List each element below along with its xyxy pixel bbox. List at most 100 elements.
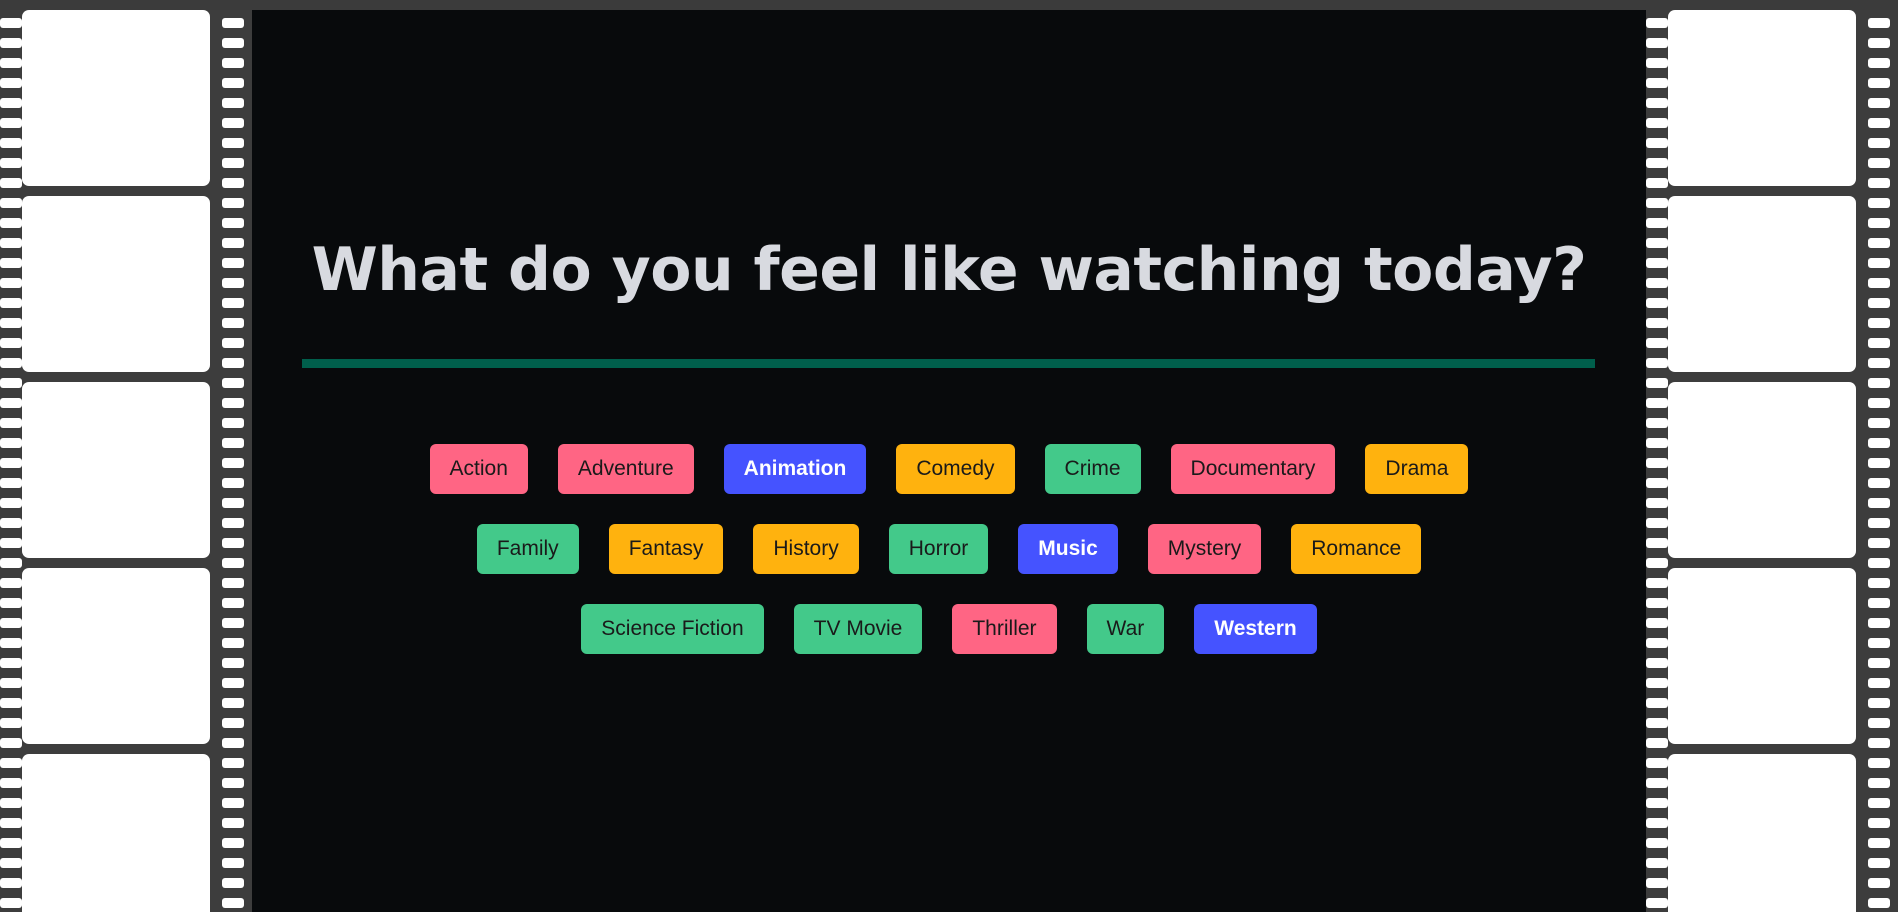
film-perforation bbox=[222, 758, 244, 768]
genre-button-documentary[interactable]: Documentary bbox=[1170, 444, 1336, 494]
film-perforation bbox=[0, 798, 22, 808]
genre-button-family[interactable]: Family bbox=[476, 524, 579, 574]
genre-button-tv-movie[interactable]: TV Movie bbox=[793, 604, 923, 654]
film-perforation bbox=[0, 58, 22, 68]
genre-button-war[interactable]: War bbox=[1086, 604, 1165, 654]
film-perforation bbox=[0, 358, 22, 368]
film-perforation bbox=[1868, 498, 1890, 508]
genre-button-music[interactable]: Music bbox=[1018, 524, 1118, 574]
film-perforation bbox=[1646, 158, 1668, 168]
film-perforation bbox=[222, 538, 244, 548]
film-perforation bbox=[1646, 538, 1668, 548]
film-perforation bbox=[0, 538, 22, 548]
genre-button-fantasy[interactable]: Fantasy bbox=[608, 524, 724, 574]
film-perforation bbox=[1868, 778, 1890, 788]
film-perforation bbox=[222, 678, 244, 688]
film-perforation bbox=[1868, 218, 1890, 228]
film-perforation bbox=[1868, 378, 1890, 388]
film-perforation bbox=[1646, 818, 1668, 828]
film-perforation bbox=[1646, 378, 1668, 388]
film-frame bbox=[1668, 754, 1856, 912]
film-perforation bbox=[0, 618, 22, 628]
film-perforation bbox=[0, 458, 22, 468]
film-perforation bbox=[0, 398, 22, 408]
genre-button-crime[interactable]: Crime bbox=[1044, 444, 1141, 494]
film-perforation bbox=[1868, 178, 1890, 188]
genre-button-animation[interactable]: Animation bbox=[723, 444, 867, 494]
film-perforation bbox=[1646, 638, 1668, 648]
film-perforation bbox=[1868, 898, 1890, 908]
film-perforation bbox=[0, 258, 22, 268]
film-perforation bbox=[0, 298, 22, 308]
film-perforation bbox=[1868, 878, 1890, 888]
film-perforation bbox=[1646, 838, 1668, 848]
film-perforation bbox=[0, 718, 22, 728]
film-perforation bbox=[222, 58, 244, 68]
genre-button-drama[interactable]: Drama bbox=[1365, 444, 1469, 494]
film-perforation bbox=[0, 78, 22, 88]
film-perforation bbox=[0, 878, 22, 888]
film-perforation bbox=[1868, 538, 1890, 548]
film-perforation bbox=[1646, 238, 1668, 248]
film-perforation bbox=[0, 138, 22, 148]
film-frame bbox=[22, 10, 210, 186]
film-perforation bbox=[1868, 258, 1890, 268]
film-perforation bbox=[1868, 458, 1890, 468]
film-perforation bbox=[1646, 778, 1668, 788]
genre-button-adventure[interactable]: Adventure bbox=[557, 444, 694, 494]
film-frame bbox=[1668, 382, 1856, 558]
genre-button-romance[interactable]: Romance bbox=[1291, 524, 1422, 574]
film-perforation bbox=[1868, 838, 1890, 848]
film-perforation bbox=[0, 858, 22, 868]
film-perforation bbox=[222, 358, 244, 368]
film-perforation bbox=[222, 698, 244, 708]
film-perforation bbox=[1868, 338, 1890, 348]
genre-button-thriller[interactable]: Thriller bbox=[952, 604, 1057, 654]
film-perforation bbox=[1868, 38, 1890, 48]
film-perforation bbox=[1646, 38, 1668, 48]
film-perforation bbox=[222, 798, 244, 808]
film-perforation bbox=[222, 218, 244, 228]
film-perforation bbox=[0, 338, 22, 348]
film-perforation bbox=[222, 718, 244, 728]
film-perforation bbox=[0, 678, 22, 688]
film-perforation bbox=[1868, 418, 1890, 428]
film-perforation bbox=[222, 818, 244, 828]
film-perforation bbox=[1868, 618, 1890, 628]
film-perforation bbox=[0, 498, 22, 508]
film-perforation bbox=[1646, 78, 1668, 88]
film-perforation bbox=[1646, 338, 1668, 348]
genre-button-horror[interactable]: Horror bbox=[888, 524, 989, 574]
genre-button-mystery[interactable]: Mystery bbox=[1147, 524, 1262, 574]
film-perforation bbox=[222, 238, 244, 248]
film-frame bbox=[1668, 196, 1856, 372]
film-perforation bbox=[1646, 18, 1668, 28]
film-perforation bbox=[1646, 678, 1668, 688]
genre-button-history[interactable]: History bbox=[753, 524, 859, 574]
film-perforation bbox=[222, 198, 244, 208]
genre-list: Action Adventure Animation Comedy Crime … bbox=[382, 444, 1516, 654]
film-perforation bbox=[0, 838, 22, 848]
film-perforation bbox=[1646, 458, 1668, 468]
film-perforation bbox=[0, 18, 22, 28]
film-perforation bbox=[222, 638, 244, 648]
film-perforation bbox=[1646, 578, 1668, 588]
film-perforation bbox=[1646, 138, 1668, 148]
film-perforation bbox=[222, 738, 244, 748]
film-strip-left bbox=[0, 10, 252, 912]
film-perforation bbox=[222, 858, 244, 868]
genre-button-science-fiction[interactable]: Science Fiction bbox=[581, 604, 764, 654]
film-perforation bbox=[1868, 298, 1890, 308]
film-perforation bbox=[1646, 598, 1668, 608]
film-perforation bbox=[0, 38, 22, 48]
genre-button-western[interactable]: Western bbox=[1194, 604, 1317, 654]
film-perforation bbox=[222, 278, 244, 288]
film-perforation bbox=[222, 138, 244, 148]
genre-button-action[interactable]: Action bbox=[429, 444, 528, 494]
genre-button-comedy[interactable]: Comedy bbox=[896, 444, 1015, 494]
film-perforation bbox=[1868, 398, 1890, 408]
film-perforation bbox=[1868, 438, 1890, 448]
film-perforation bbox=[1868, 578, 1890, 588]
film-perforation bbox=[1646, 558, 1668, 568]
film-perforation bbox=[1646, 478, 1668, 488]
